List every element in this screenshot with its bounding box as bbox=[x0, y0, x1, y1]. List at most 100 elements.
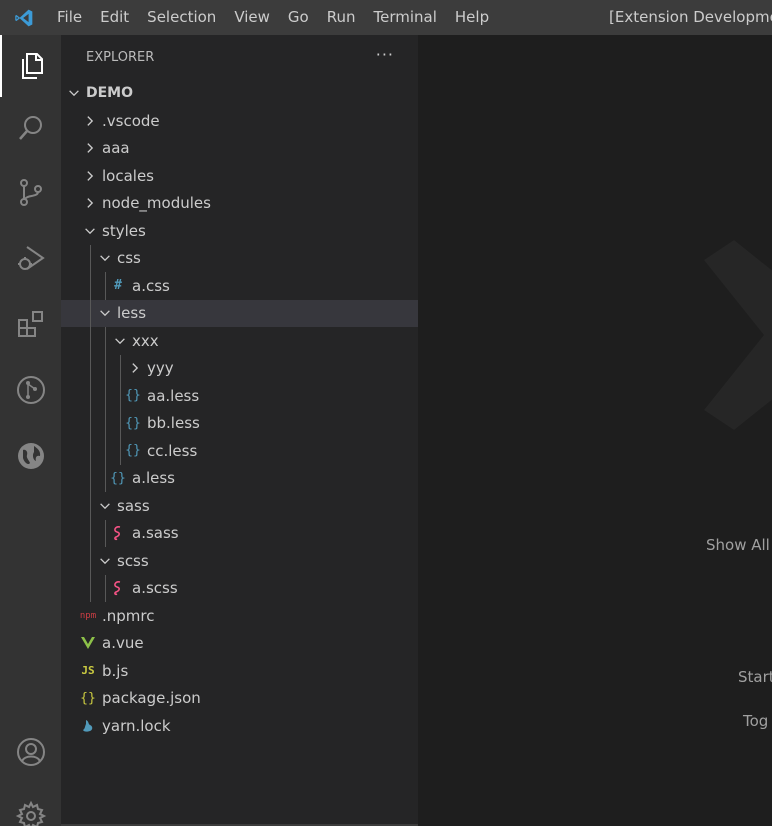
tree-file-item[interactable]: a.sass bbox=[61, 519, 418, 547]
indent-guide bbox=[105, 574, 106, 602]
remote-explorer-icon[interactable] bbox=[0, 425, 61, 487]
tree-file-item[interactable]: yarn.lock bbox=[61, 712, 418, 740]
chevron-right-icon bbox=[81, 194, 99, 212]
explorer-sidebar: EXPLORER ··· DEMO .vscode aaa locales node_… bbox=[61, 35, 418, 826]
tree-folder-item[interactable]: yyy bbox=[61, 354, 418, 382]
hint-start-debugging: Start bbox=[738, 668, 772, 686]
indent-guide bbox=[105, 519, 106, 547]
title-bar: File Edit Selection View Go Run Terminal… bbox=[0, 0, 772, 35]
menu-terminal[interactable]: Terminal bbox=[365, 0, 446, 35]
json-file-icon: {} bbox=[80, 690, 96, 706]
tree-file-item[interactable]: {} aa.less bbox=[61, 382, 418, 410]
chevron-down-icon bbox=[96, 249, 114, 267]
tree-file-item[interactable]: # a.css bbox=[61, 272, 418, 300]
tree-folder-item[interactable]: styles bbox=[61, 217, 418, 245]
less-file-icon: {} bbox=[125, 388, 141, 404]
tree-folder-item[interactable]: scss bbox=[61, 547, 418, 575]
indent-guide bbox=[90, 244, 91, 272]
tree-item-label: a.scss bbox=[132, 579, 178, 598]
tree-file-item[interactable]: npm .npmrc bbox=[61, 602, 418, 630]
tree-item-label: aaa bbox=[102, 139, 130, 158]
indent-guide bbox=[90, 327, 91, 355]
indent-guide bbox=[120, 354, 121, 382]
tree-folder-item[interactable]: aaa bbox=[61, 135, 418, 163]
more-actions-icon[interactable]: ··· bbox=[376, 45, 394, 64]
css-file-icon: # bbox=[114, 278, 122, 294]
npm-file-icon: npm bbox=[79, 610, 97, 621]
tree-item-label: scss bbox=[117, 551, 149, 570]
less-file-icon: {} bbox=[125, 415, 141, 431]
tree-item-label: yyy bbox=[147, 359, 174, 378]
indent-guide bbox=[105, 354, 106, 382]
activity-bar bbox=[0, 35, 61, 826]
indent-guide bbox=[90, 547, 91, 575]
tree-item-label: xxx bbox=[132, 331, 159, 350]
tree-item-label: a.less bbox=[132, 469, 175, 488]
tree-folder-item[interactable]: less bbox=[61, 299, 418, 327]
indent-guide bbox=[90, 354, 91, 382]
chevron-down-icon bbox=[96, 497, 114, 515]
tree-item-label: a.sass bbox=[132, 524, 179, 543]
indent-guide bbox=[105, 382, 106, 410]
indent-guide bbox=[105, 437, 106, 465]
tree-folder-item[interactable]: .vscode bbox=[61, 107, 418, 135]
tree-item-label: yarn.lock bbox=[102, 716, 171, 735]
vscode-watermark-icon bbox=[704, 240, 772, 430]
chevron-right-icon bbox=[81, 112, 99, 130]
git-graph-icon[interactable] bbox=[0, 359, 61, 421]
indent-guide bbox=[90, 437, 91, 465]
tree-file-item[interactable]: {} package.json bbox=[61, 685, 418, 713]
account-icon[interactable] bbox=[0, 721, 61, 783]
tree-file-item[interactable]: {} a.less bbox=[61, 464, 418, 492]
indent-guide bbox=[90, 299, 91, 327]
indent-guide bbox=[120, 437, 121, 465]
tree-folder-item[interactable]: css bbox=[61, 244, 418, 272]
tree-folder-item[interactable]: node_modules bbox=[61, 190, 418, 218]
window-title: [Extension Development bbox=[609, 8, 772, 26]
extensions-icon[interactable] bbox=[0, 293, 61, 355]
run-debug-icon[interactable] bbox=[0, 227, 61, 289]
tree-file-item[interactable]: {} bb.less bbox=[61, 409, 418, 437]
explorer-icon[interactable] bbox=[0, 35, 61, 97]
menu-help[interactable]: Help bbox=[446, 0, 498, 35]
tree-item-label: css bbox=[117, 249, 141, 268]
explorer-title: EXPLORER bbox=[86, 49, 155, 65]
yarn-file-icon bbox=[77, 719, 99, 733]
workspace-section-header[interactable]: DEMO bbox=[61, 79, 418, 107]
sass-file-icon bbox=[107, 580, 129, 596]
tree-folder-item[interactable]: sass bbox=[61, 492, 418, 520]
source-control-icon[interactable] bbox=[0, 161, 61, 223]
tree-item-label: package.json bbox=[102, 689, 201, 708]
search-icon[interactable] bbox=[0, 97, 61, 159]
indent-guide bbox=[90, 464, 91, 492]
chevron-right-icon bbox=[81, 139, 99, 157]
chevron-down-icon bbox=[81, 222, 99, 240]
settings-gear-icon[interactable] bbox=[0, 785, 61, 826]
menu-go[interactable]: Go bbox=[279, 0, 318, 35]
menu-view[interactable]: View bbox=[225, 0, 279, 35]
workspace-name: DEMO bbox=[86, 85, 134, 101]
tree-file-item[interactable]: a.scss bbox=[61, 574, 418, 602]
tree-folder-item[interactable]: xxx bbox=[61, 327, 418, 355]
indent-guide bbox=[90, 272, 91, 300]
chevron-right-icon bbox=[81, 167, 99, 185]
tree-folder-item[interactable]: locales bbox=[61, 162, 418, 190]
menu-edit[interactable]: Edit bbox=[91, 0, 138, 35]
chevron-down-icon bbox=[65, 84, 83, 102]
menu-selection[interactable]: Selection bbox=[138, 0, 225, 35]
tree-file-item[interactable]: a.vue bbox=[61, 630, 418, 658]
chevron-down-icon bbox=[111, 332, 129, 350]
indent-guide bbox=[120, 382, 121, 410]
tree-item-label: styles bbox=[102, 221, 146, 240]
tree-item-label: cc.less bbox=[147, 441, 198, 460]
tree-item-label: a.css bbox=[132, 276, 170, 295]
tree-file-item[interactable]: {} cc.less bbox=[61, 437, 418, 465]
less-file-icon: {} bbox=[110, 470, 126, 486]
menu-file[interactable]: File bbox=[48, 0, 91, 35]
tree-item-label: sass bbox=[117, 496, 150, 515]
indent-guide bbox=[90, 519, 91, 547]
indent-guide bbox=[90, 574, 91, 602]
tree-file-item[interactable]: JS b.js bbox=[61, 657, 418, 685]
vue-file-icon bbox=[77, 636, 99, 650]
menu-run[interactable]: Run bbox=[318, 0, 365, 35]
